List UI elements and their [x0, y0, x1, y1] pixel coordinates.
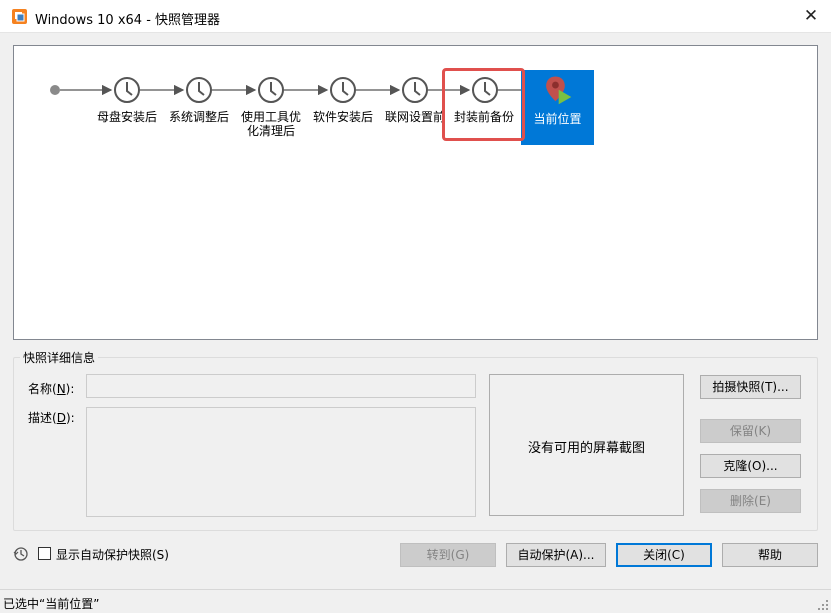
app-icon: [12, 9, 27, 24]
snapshot-tree-panel[interactable]: 母盘安装后 系统调整后 使用工具优化清理后 软件安装后 联网设置前 当前位置 封…: [13, 45, 818, 340]
status-bar: 已选中“当前位置”: [0, 589, 831, 613]
current-position-node[interactable]: [521, 70, 594, 145]
no-screenshot-text: 没有可用的屏幕截图: [527, 441, 645, 456]
keep-button[interactable]: 保留(K): [700, 419, 801, 443]
name-field[interactable]: [86, 374, 476, 398]
description-label: 描述(D):: [28, 411, 75, 425]
snapshot-node-label[interactable]: 封装前备份: [448, 110, 520, 124]
clone-button[interactable]: 克隆(O)...: [700, 454, 801, 478]
clock-icon[interactable]: [114, 77, 140, 103]
show-autoprotect-checkbox[interactable]: [38, 547, 51, 560]
title-bar: Windows 10 x64 - 快照管理器 ✕: [0, 0, 831, 33]
play-icon: [558, 89, 572, 105]
show-autoprotect-label[interactable]: 显示自动保护快照(S): [56, 546, 169, 563]
take-snapshot-button[interactable]: 拍摄快照(T)...: [700, 375, 801, 399]
snapshot-node-label[interactable]: 使用工具优化清理后: [236, 110, 306, 138]
autoprotect-button[interactable]: 自动保护(A)...: [506, 543, 606, 567]
description-field[interactable]: [86, 407, 476, 517]
clock-icon[interactable]: [330, 77, 356, 103]
snapshot-node-label[interactable]: 软件安装后: [308, 110, 378, 124]
close-button[interactable]: 关闭(C): [616, 543, 712, 567]
snapshot-node-label[interactable]: 母盘安装后: [92, 110, 162, 124]
delete-button[interactable]: 删除(E): [700, 489, 801, 513]
status-text: 已选中“当前位置”: [3, 597, 100, 611]
help-button[interactable]: 帮助: [722, 543, 818, 567]
clock-icon[interactable]: [402, 77, 428, 103]
snapshot-node-label[interactable]: 联网设置前: [380, 110, 450, 124]
close-window-button[interactable]: ✕: [799, 4, 823, 28]
resize-grip-icon[interactable]: [817, 599, 829, 611]
clock-icon[interactable]: [258, 77, 284, 103]
timeline-start-dot: [50, 85, 60, 95]
group-title: 快照详细信息: [20, 349, 99, 366]
name-label: 名称(N):: [28, 382, 75, 396]
snapshot-timeline: [50, 77, 536, 103]
window-title: Windows 10 x64 - 快照管理器: [35, 13, 221, 28]
clock-icon[interactable]: [186, 77, 212, 103]
snapshot-node-label[interactable]: 系统调整后: [164, 110, 234, 124]
history-icon: [13, 547, 28, 561]
goto-button[interactable]: 转到(G): [400, 543, 496, 567]
current-position-label[interactable]: 当前位置: [521, 110, 594, 127]
screenshot-preview: 没有可用的屏幕截图: [489, 374, 684, 516]
selection-highlight: [442, 68, 525, 141]
